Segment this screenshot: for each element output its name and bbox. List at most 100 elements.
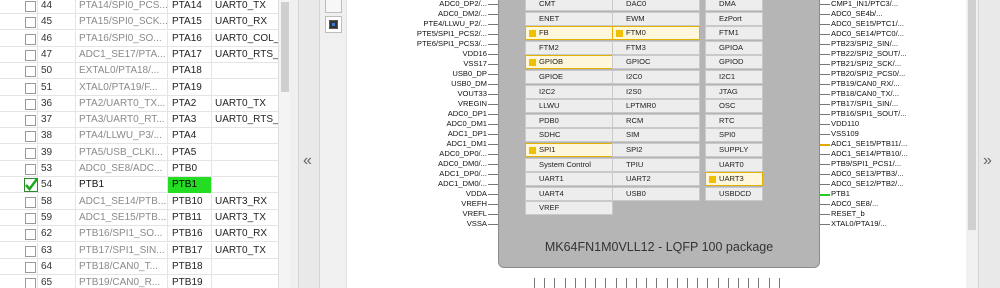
row-checkbox-cell[interactable] bbox=[22, 193, 38, 210]
row-checkbox-cell[interactable] bbox=[22, 30, 38, 47]
scrollbar-thumb[interactable] bbox=[968, 0, 976, 230]
route-checkbox[interactable] bbox=[25, 17, 36, 29]
peripheral-usbdcd[interactable]: USBDCD bbox=[705, 186, 763, 201]
package-pin-right[interactable]: ADC0_SE14/PTC0/... bbox=[831, 29, 951, 39]
table-row[interactable]: 54 PTB1 PTB1 bbox=[0, 177, 289, 194]
bottom-pin-lead[interactable] bbox=[646, 278, 648, 288]
package-pin-right[interactable]: PTB9/SPI1_PCS1/... bbox=[831, 159, 951, 169]
pin-port[interactable]: PTB18 bbox=[168, 258, 212, 275]
package-pin-right[interactable]: RESET_b bbox=[831, 209, 951, 219]
pin-lead[interactable] bbox=[820, 24, 830, 25]
pin-lead[interactable] bbox=[820, 224, 830, 225]
table-row[interactable]: 59 ADC1_SE15/PTB... PTB11 UART3_TX bbox=[0, 209, 289, 226]
pin-lead[interactable] bbox=[820, 74, 830, 75]
route-checkbox[interactable] bbox=[25, 49, 36, 61]
pin-lead[interactable] bbox=[488, 164, 498, 165]
canvas-scrollbar[interactable] bbox=[966, 0, 978, 288]
route-checkbox[interactable] bbox=[25, 261, 36, 273]
pin-function[interactable] bbox=[212, 177, 278, 193]
collapse-left-button[interactable]: « bbox=[298, 0, 320, 288]
peripheral-ezport[interactable]: EzPort bbox=[705, 11, 763, 26]
table-row[interactable]: 47 ADC1_SE17/PTA... PTA17 UART0_RTS_b bbox=[0, 46, 289, 63]
bottom-pin-lead[interactable] bbox=[625, 278, 627, 288]
table-row[interactable]: 46 PTA16/SPI0_SO... PTA16 UART0_COL_ bbox=[0, 30, 289, 47]
route-checkbox[interactable] bbox=[25, 164, 36, 175]
pin-port[interactable]: PTA5 bbox=[168, 144, 212, 161]
package-pin-right[interactable]: PTB20/SPI2_PCS0/... bbox=[831, 69, 951, 79]
package-pin-left[interactable]: VREFL bbox=[347, 209, 487, 219]
bottom-pin-lead[interactable] bbox=[636, 278, 637, 288]
peripheral-ftm3[interactable]: FTM3 bbox=[612, 40, 700, 55]
table-row[interactable]: 51 XTAL0/PTA19/F... PTA19 bbox=[0, 79, 289, 96]
package-pin-left[interactable]: VREFH bbox=[347, 199, 487, 209]
peripheral-supply[interactable]: SUPPLY bbox=[705, 143, 763, 157]
bottom-pin-lead[interactable] bbox=[768, 278, 770, 288]
peripheral-usb0[interactable]: USB0 bbox=[612, 186, 700, 201]
route-checkbox[interactable] bbox=[25, 131, 36, 143]
bottom-pin-lead[interactable] bbox=[564, 278, 566, 288]
bottom-pin-lead[interactable] bbox=[676, 278, 678, 288]
row-checkbox-cell[interactable] bbox=[22, 209, 38, 226]
bottom-pin-lead[interactable] bbox=[758, 278, 760, 288]
pin-port[interactable]: PTB0 bbox=[168, 161, 212, 177]
pin-lead[interactable] bbox=[488, 64, 498, 65]
route-checkbox[interactable] bbox=[25, 278, 36, 288]
pin-lead[interactable] bbox=[820, 64, 830, 65]
pin-lead[interactable] bbox=[488, 104, 498, 105]
bottom-pin-lead[interactable] bbox=[554, 278, 556, 288]
pin-function[interactable]: UART0_RX bbox=[212, 226, 278, 242]
table-row[interactable]: 62 PTB16/SPI1_SO... PTB16 UART0_RX bbox=[0, 226, 289, 243]
pin-port[interactable]: PTB10 bbox=[168, 193, 212, 210]
bottom-pin-lead[interactable] bbox=[656, 278, 658, 288]
pin-function[interactable] bbox=[212, 145, 278, 161]
table-row[interactable]: 39 PTA5/USB_CLKI... PTA5 bbox=[0, 144, 289, 161]
package-pin-left[interactable]: ADC0_DP2/... bbox=[347, 0, 487, 9]
table-row[interactable]: 63 PTB17/SPI1_SIN... PTB17 UART0_TX bbox=[0, 242, 289, 259]
package-pin-left[interactable]: ADC0_DM1 bbox=[347, 119, 487, 129]
pin-lead[interactable] bbox=[488, 84, 498, 85]
peripheral-sim[interactable]: SIM bbox=[612, 128, 700, 143]
package-pin-left[interactable]: PTE4/LLWU_P2/... bbox=[347, 19, 487, 29]
package-pin-left[interactable]: ADC0_DP1 bbox=[347, 109, 487, 119]
peripheral-uart4[interactable]: UART4 bbox=[525, 186, 613, 201]
pin-lead[interactable] bbox=[820, 34, 830, 35]
peripheral-pdb0[interactable]: PDB0 bbox=[525, 113, 613, 128]
bottom-pin-lead[interactable] bbox=[595, 278, 597, 288]
package-pin-left[interactable]: ADC1_DP1 bbox=[347, 129, 487, 139]
peripheral-spi1[interactable]: SPI1 bbox=[525, 143, 613, 157]
pin-lead[interactable] bbox=[488, 174, 498, 175]
pin-function[interactable]: UART0_TX bbox=[212, 96, 278, 112]
row-checkbox-cell[interactable] bbox=[22, 95, 38, 112]
table-row[interactable]: 37 PTA3/UART0_RT... PTA3 UART0_RTS_b bbox=[0, 112, 289, 129]
route-checkbox[interactable] bbox=[25, 115, 36, 127]
package-pin-right[interactable]: PTB21/SPI2_SCK/... bbox=[831, 59, 951, 69]
peripheral-ftm1[interactable]: FTM1 bbox=[705, 26, 763, 41]
package-pin-right[interactable]: ADC0_SE8/... bbox=[831, 199, 951, 209]
pin-port[interactable]: PTA18 bbox=[168, 63, 212, 80]
package-pin-right[interactable]: PTB17/SPI1_SIN/... bbox=[831, 99, 951, 109]
table-row[interactable]: 44 PTA14/SPI0_PCS... PTA14 UART0_TX bbox=[0, 0, 289, 14]
package-pin-left[interactable]: VDDA bbox=[347, 189, 487, 199]
peripheral-ftm2[interactable]: FTM2 bbox=[525, 40, 613, 55]
peripheral-ewm[interactable]: EWM bbox=[612, 11, 700, 26]
pin-lead[interactable] bbox=[820, 4, 830, 5]
pin-lead[interactable] bbox=[488, 194, 498, 195]
pin-lead[interactable] bbox=[488, 4, 498, 5]
toolbar-button[interactable] bbox=[325, 0, 342, 13]
package-pin-left[interactable]: USB0_DP bbox=[347, 69, 487, 79]
pin-function[interactable]: UART0_RX bbox=[212, 14, 278, 30]
pin-port[interactable]: PTA14 bbox=[168, 0, 212, 14]
pin-lead[interactable] bbox=[820, 104, 830, 105]
table-row[interactable]: 58 ADC1_SE14/PTB... PTB10 UART3_RX bbox=[0, 193, 289, 210]
row-checkbox-cell[interactable] bbox=[22, 242, 38, 259]
package-pin-right[interactable]: ADC0_SE12/PTB2/... bbox=[831, 179, 951, 189]
bottom-pin-lead[interactable] bbox=[544, 278, 546, 288]
peripheral-rcm[interactable]: RCM bbox=[612, 113, 700, 128]
peripheral-rtc[interactable]: RTC bbox=[705, 113, 763, 128]
peripheral-gpioa[interactable]: GPIOA bbox=[705, 40, 763, 55]
package-pin-right[interactable]: VDD110 bbox=[831, 119, 951, 129]
package-pin-left[interactable]: ADC0_DM0/... bbox=[347, 159, 487, 169]
peripheral-ftm0[interactable]: FTM0 bbox=[612, 26, 700, 41]
package-pin-left[interactable]: VOUT33 bbox=[347, 89, 487, 99]
package-pin-right[interactable]: ADC0_SE13/PTB3/... bbox=[831, 169, 951, 179]
